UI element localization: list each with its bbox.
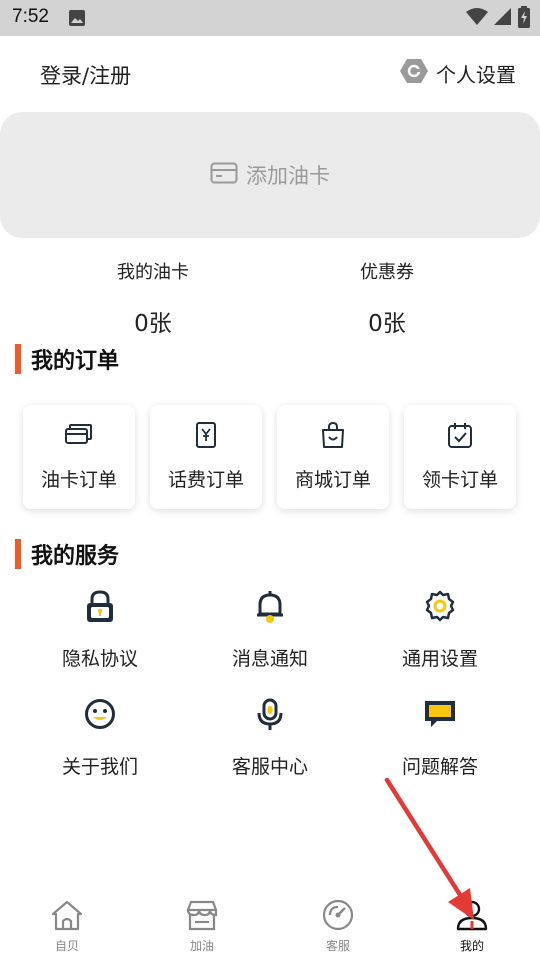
mall-orders-button[interactable]: 商城订单 <box>277 405 389 509</box>
nav-customer-service[interactable]: 客服 <box>288 899 388 954</box>
smiley-icon <box>84 698 116 734</box>
chat-bubble-icon <box>423 698 457 734</box>
nav-home[interactable]: 自贝 <box>17 899 117 954</box>
nav-label: 加油 <box>189 939 214 953</box>
stat-value: 0张 <box>134 311 172 337</box>
shopping-bag-icon <box>320 421 346 449</box>
order-label: 商城订单 <box>294 469 371 491</box>
privacy-policy-button[interactable]: 隐私协议 <box>15 590 185 671</box>
service-label: 客服中心 <box>231 756 308 778</box>
status-indicators <box>466 6 530 32</box>
about-us-button[interactable]: 关于我们 <box>15 698 185 779</box>
card-claim-orders-button[interactable]: 领卡订单 <box>404 405 516 509</box>
home-icon <box>50 899 84 935</box>
service-label: 关于我们 <box>61 756 138 778</box>
add-oil-card-area[interactable]: 添加油卡 <box>0 112 540 238</box>
services-section-title: 我的服务 <box>15 538 119 570</box>
add-oil-card-label: 添加油卡 <box>246 164 330 188</box>
status-bar: 7:52 <box>0 0 540 36</box>
nav-refuel[interactable]: 加油 <box>152 899 252 954</box>
status-time: 7:52 <box>12 6 49 27</box>
service-label: 问题解答 <box>401 756 478 778</box>
stats-row: 我的油卡 0张 优惠券 0张 <box>0 258 540 338</box>
stat-label: 我的油卡 <box>117 262 189 283</box>
coupons-stat[interactable]: 优惠券 0张 <box>287 258 487 338</box>
battery-icon <box>518 6 530 32</box>
bell-icon <box>255 590 285 626</box>
order-label: 领卡订单 <box>421 469 498 491</box>
nav-label: 客服 <box>325 939 350 953</box>
oil-card-orders-button[interactable]: 油卡订单 <box>23 405 135 509</box>
my-oil-cards-stat[interactable]: 我的油卡 0张 <box>53 258 253 338</box>
image-notification-icon <box>68 9 86 31</box>
orders-section-title: 我的订单 <box>15 343 119 375</box>
service-label: 隐私协议 <box>61 648 138 670</box>
order-label: 话费订单 <box>167 469 244 491</box>
service-label: 通用设置 <box>401 648 478 670</box>
customer-service-center-button[interactable]: 客服中心 <box>185 698 355 779</box>
services-title-text: 我的服务 <box>31 544 120 569</box>
signal-icon <box>494 8 512 30</box>
personal-settings-label: 个人设置 <box>436 62 516 87</box>
gauge-icon <box>321 899 355 935</box>
yuan-receipt-icon <box>194 421 218 449</box>
card-icon <box>210 162 238 189</box>
orders-grid: 油卡订单 话费订单 商城订单 领卡订单 <box>23 405 523 509</box>
nav-label: 我的 <box>459 939 484 953</box>
header: 登录/注册 个人设置 <box>0 36 540 112</box>
faq-button[interactable]: 问题解答 <box>355 698 525 779</box>
add-oil-card-button[interactable]: 添加油卡 <box>210 160 330 190</box>
message-notification-button[interactable]: 消息通知 <box>185 590 355 671</box>
store-icon <box>185 899 219 935</box>
lock-icon <box>84 590 116 626</box>
section-accent-bar <box>15 344 21 374</box>
stat-value: 0张 <box>368 311 406 337</box>
nav-mine[interactable]: 我的 <box>422 899 522 954</box>
settings-hexagon-icon <box>400 58 428 88</box>
microphone-icon <box>255 698 285 734</box>
service-label: 消息通知 <box>231 648 308 670</box>
user-icon <box>455 899 489 935</box>
gear-icon <box>424 590 456 626</box>
wifi-icon <box>466 8 488 30</box>
orders-title-text: 我的订单 <box>31 349 120 374</box>
stat-label: 优惠券 <box>360 262 414 283</box>
card-stack-icon <box>64 421 94 449</box>
section-accent-bar <box>15 539 21 569</box>
bottom-navigation: 自贝 加油 客服 我的 <box>0 895 540 960</box>
personal-settings-button[interactable]: 个人设置 <box>400 58 516 88</box>
general-settings-button[interactable]: 通用设置 <box>355 590 525 671</box>
phone-bill-orders-button[interactable]: 话费订单 <box>150 405 262 509</box>
calendar-check-icon <box>447 421 473 449</box>
nav-label: 自贝 <box>54 939 79 953</box>
login-register-link[interactable]: 登录/注册 <box>40 60 131 90</box>
order-label: 油卡订单 <box>40 469 117 491</box>
